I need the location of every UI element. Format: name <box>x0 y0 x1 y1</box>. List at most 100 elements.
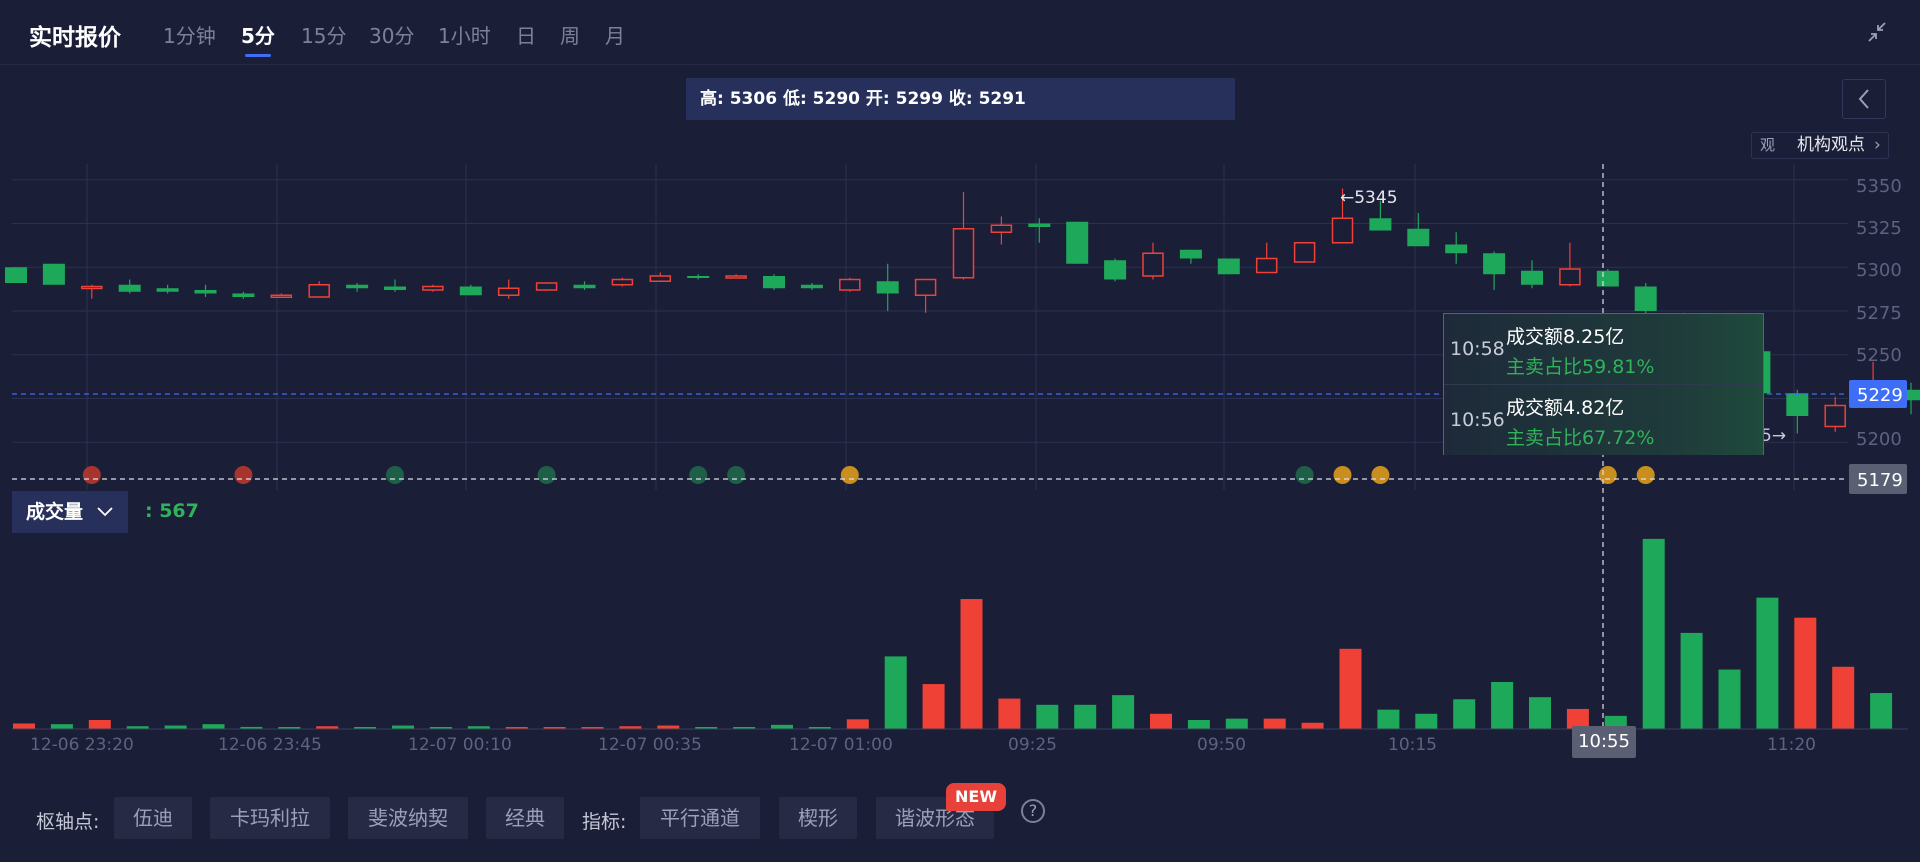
candle-body <box>1369 218 1392 231</box>
volume-bar <box>13 723 35 729</box>
signal-marker <box>1333 466 1352 484</box>
volume-value: : 567 <box>145 500 199 522</box>
candle-body <box>952 228 975 279</box>
candle <box>725 274 747 279</box>
volume-bar <box>1225 718 1248 729</box>
candle-body <box>839 278 861 291</box>
signal-marker <box>689 466 708 484</box>
volume-bar <box>1339 648 1362 729</box>
parallel-channel-button[interactable]: 平行通道 <box>640 797 760 839</box>
volume-bar <box>1870 693 1893 729</box>
candle-body <box>687 276 710 278</box>
pivot-fibonacci-button[interactable]: 斐波纳契 <box>348 797 468 839</box>
candle-body <box>308 284 330 298</box>
pivot-woodie-button[interactable]: 伍迪 <box>114 797 192 839</box>
candle <box>1559 242 1581 287</box>
candle-body <box>1521 270 1543 285</box>
candle-body <box>1217 258 1240 275</box>
time-tick: 12-06 23:45 <box>218 735 322 755</box>
candle-body <box>990 224 1013 233</box>
candle-body <box>270 294 293 298</box>
pivot-camarilla-button[interactable]: 卡玛利拉 <box>210 797 330 839</box>
candle-body <box>42 263 65 285</box>
volume-bar <box>392 725 414 729</box>
candle-body <box>1824 404 1846 428</box>
volume-bar <box>1453 699 1476 729</box>
volume-bar <box>1756 597 1779 729</box>
time-tick: 09:50 <box>1197 735 1246 755</box>
volume-bar <box>1529 697 1551 729</box>
candle <box>1596 269 1619 287</box>
tooltip-ratio: 主卖占比67.72% <box>1506 427 1655 449</box>
candle <box>649 272 672 282</box>
signal-marker <box>386 466 404 484</box>
time-tick: 09:25 <box>1008 735 1057 755</box>
candle <box>270 293 293 298</box>
candle-body <box>649 275 672 282</box>
time-tick: 12-06 23:20 <box>30 735 134 755</box>
tooltip-ratio: 主卖占比59.81% <box>1506 356 1655 378</box>
pivot-classic-button[interactable]: 经典 <box>486 797 564 839</box>
volume-indicator-select[interactable]: 成交量 <box>12 491 128 533</box>
tooltip-time: 10:58 <box>1450 338 1505 360</box>
time-tick: 10:15 <box>1388 735 1437 755</box>
high-annotation: ←5345 <box>1340 188 1398 208</box>
candle-body <box>194 290 217 294</box>
candle <box>1407 213 1430 247</box>
volume-bar <box>884 656 907 729</box>
candle-body <box>346 284 369 289</box>
volume-bar <box>50 724 73 729</box>
tooltip-row: 10:56 成交额4.82亿 主卖占比67.72% <box>1444 385 1763 455</box>
tooltip-row: 10:58 成交额8.25亿 主卖占比59.81% <box>1444 314 1763 385</box>
volume-bar <box>1301 722 1324 729</box>
volume-bar <box>1074 704 1097 729</box>
tooltip-time: 10:56 <box>1450 409 1505 431</box>
candle <box>800 283 823 290</box>
signal-marker <box>82 466 101 484</box>
candle <box>497 279 520 299</box>
signal-marker <box>1371 466 1390 484</box>
volume-bar <box>922 684 945 729</box>
candle <box>118 279 141 294</box>
volume-bar <box>1680 632 1703 729</box>
candle <box>611 277 634 287</box>
candle-body <box>1331 217 1354 244</box>
candle-body <box>1028 223 1051 227</box>
crosshair-time-label: 10:55 <box>1572 726 1636 758</box>
candle <box>990 216 1013 245</box>
candle-body <box>1142 252 1164 277</box>
volume-bar <box>1377 709 1400 729</box>
volume-bar <box>1642 538 1665 729</box>
candle-body <box>497 287 520 296</box>
candle <box>1786 389 1809 434</box>
indicator-label: 指标: <box>582 811 627 833</box>
wedge-button[interactable]: 楔形 <box>779 797 857 839</box>
candle <box>1445 232 1468 264</box>
price-tick: 5350 <box>1856 176 1902 197</box>
candle <box>459 284 482 296</box>
candle <box>1066 221 1089 264</box>
volume-bar <box>998 698 1021 729</box>
volume-bar <box>1794 617 1817 729</box>
candle-body <box>81 285 103 290</box>
candle <box>1483 251 1506 290</box>
signal-marker <box>1295 466 1314 484</box>
candle <box>876 263 899 311</box>
help-icon[interactable]: ? <box>1021 799 1045 823</box>
candle-body <box>1634 286 1657 311</box>
candle <box>384 279 406 292</box>
signal-marker <box>537 466 556 484</box>
low-annotation: 5→ <box>1761 426 1786 446</box>
candle <box>687 274 710 280</box>
candle <box>156 284 179 294</box>
volume-bar <box>846 719 869 729</box>
candle-body <box>118 284 141 292</box>
candle-body <box>1445 244 1468 254</box>
volume-bar <box>1112 695 1135 729</box>
time-tick: 12-07 01:00 <box>789 735 893 755</box>
crosshair-price-label: 5179 <box>1857 470 1903 491</box>
candle-body <box>611 278 634 286</box>
candle <box>232 291 255 299</box>
volume-bar <box>1150 713 1172 729</box>
time-tick: 12-07 00:35 <box>598 735 702 755</box>
